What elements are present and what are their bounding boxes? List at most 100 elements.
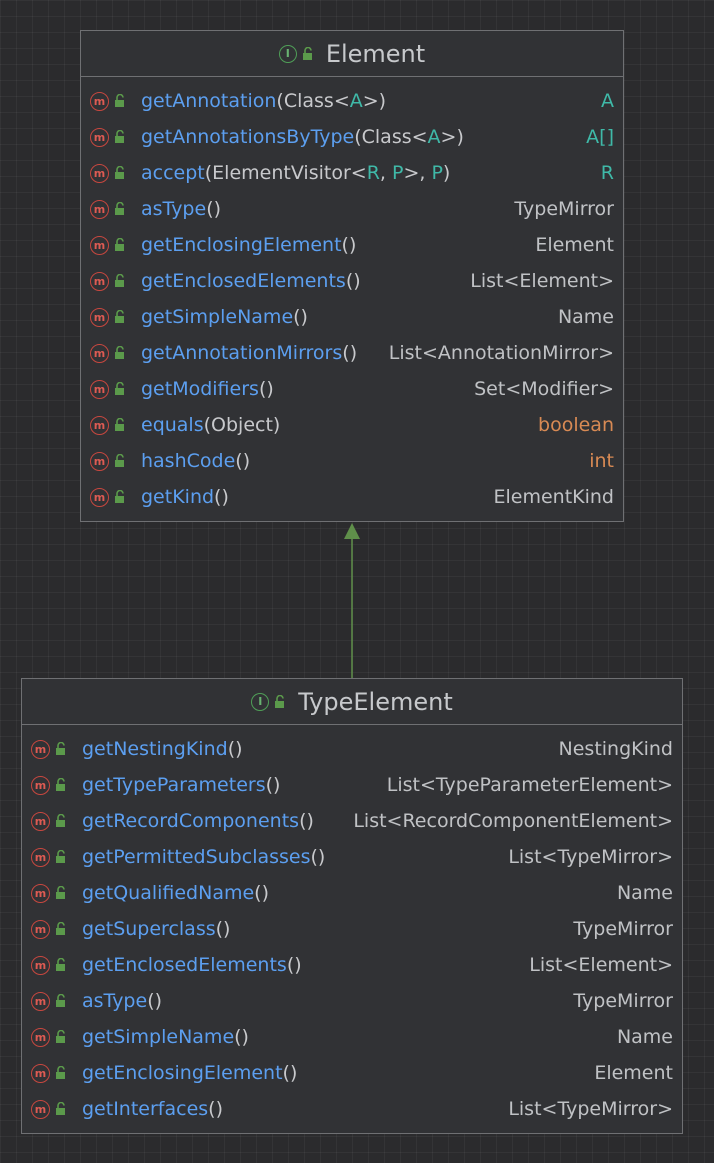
method-icon: m — [90, 343, 109, 363]
method-icon: m — [90, 199, 109, 219]
method-row[interactable]: m accept(ElementVisitor<R, P>, P) R — [81, 155, 623, 191]
method-name: asType — [141, 198, 207, 220]
method-row[interactable]: m hashCode() int — [81, 443, 623, 479]
method-icon: m — [31, 775, 50, 795]
method-signature: getSimpleName() — [141, 306, 548, 328]
return-type: Name — [616, 882, 673, 904]
method-icon: m — [31, 919, 50, 939]
return-type: List<TypeMirror> — [508, 1098, 673, 1120]
method-row[interactable]: m getSimpleName() Name — [81, 299, 623, 335]
method-params: () — [215, 918, 231, 940]
return-type: R — [600, 162, 614, 184]
method-params: () — [147, 990, 163, 1012]
method-name: getEnclosingElement — [141, 234, 342, 256]
return-type: Element — [535, 234, 614, 256]
method-params: () — [206, 198, 222, 220]
method-name: getSimpleName — [82, 1026, 235, 1048]
type-element-node-header: I TypeElement — [22, 679, 682, 725]
method-row[interactable]: m getAnnotationMirrors() List<AnnotationMi… — [81, 335, 623, 371]
public-lock-icon — [275, 694, 285, 708]
method-signature: getKind() — [141, 486, 483, 508]
method-params: P — [431, 162, 443, 184]
method-row[interactable]: m getTypeParameters() List<TypeParameterEl… — [22, 767, 682, 803]
type-element-node-title: TypeElement — [298, 687, 453, 716]
public-lock-icon — [56, 778, 65, 791]
method-row[interactable]: m asType() TypeMirror — [81, 191, 623, 227]
method-row[interactable]: m getSuperclass() TypeMirror — [22, 911, 682, 947]
method-params: () — [282, 1062, 298, 1084]
method-row[interactable]: m getNestingKind() NestingKind — [22, 731, 682, 767]
method-icon: m — [90, 379, 109, 399]
method-row[interactable]: m getEnclosedElements() List<Element> — [22, 947, 682, 983]
method-row[interactable]: m getKind() ElementKind — [81, 479, 623, 515]
method-row[interactable]: m getEnclosedElements() List<Element> — [81, 263, 623, 299]
public-lock-icon — [302, 46, 312, 60]
method-row[interactable]: m asType() TypeMirror — [22, 983, 682, 1019]
method-icon: m — [90, 91, 109, 111]
method-row[interactable]: m getSimpleName() Name — [22, 1019, 682, 1055]
method-row[interactable]: m getAnnotationsByType(Class<A>) A[] — [81, 119, 623, 155]
method-signature: getAnnotation(Class<A>) — [141, 90, 591, 112]
method-signature: getSimpleName() — [82, 1026, 607, 1048]
method-row[interactable]: m equals(Object) boolean — [81, 407, 623, 443]
public-lock-icon — [56, 958, 65, 971]
element-members-list: m getAnnotation(Class<A>) Am getAnnotations… — [81, 77, 623, 515]
method-params: () — [342, 342, 358, 364]
method-name: getSimpleName — [141, 306, 294, 328]
method-params: A — [349, 90, 363, 112]
method-icon: m — [90, 235, 109, 255]
inheritance-arrowhead — [344, 523, 360, 539]
public-lock-icon — [115, 238, 124, 251]
method-row[interactable]: m getQualifiedName() Name — [22, 875, 682, 911]
method-params: ElementVisitor< — [212, 162, 367, 184]
method-signature: hashCode() — [141, 450, 579, 472]
element-class-node[interactable]: I Element m getAnnotation(Class<A>) Am getA… — [80, 30, 624, 522]
method-name: getQualifiedName — [82, 882, 255, 904]
method-params: P — [391, 162, 404, 184]
type-element-members-list: m getNestingKind() NestingKind m getTypePara… — [22, 725, 682, 1127]
method-name: getTypeParameters — [82, 774, 266, 796]
public-lock-icon — [115, 346, 124, 359]
public-lock-icon — [56, 1102, 65, 1115]
method-signature: getTypeParameters() — [82, 774, 377, 796]
method-icon: m — [31, 1099, 50, 1119]
method-row[interactable]: m getInterfaces() List<TypeMirror> — [22, 1091, 682, 1127]
method-signature: getQualifiedName() — [82, 882, 607, 904]
method-params: ) — [442, 162, 451, 184]
return-type: NestingKind — [558, 738, 673, 760]
method-signature: getRecordComponents() — [82, 810, 343, 832]
method-row[interactable]: m getModifiers() Set<Modifier> — [81, 371, 623, 407]
element-node-header: I Element — [81, 31, 623, 77]
method-row[interactable]: m getAnnotation(Class<A>) A — [81, 83, 623, 119]
public-lock-icon — [115, 202, 124, 215]
method-params: ( — [276, 90, 284, 112]
method-icon: m — [90, 415, 109, 435]
method-params: () — [254, 882, 269, 904]
return-type: Name — [616, 1026, 673, 1048]
return-type: Set<Modifier> — [474, 378, 614, 400]
method-params: >) — [362, 90, 387, 112]
method-params: () — [286, 954, 302, 976]
return-type: int — [589, 450, 614, 472]
method-params: Class< — [361, 126, 428, 148]
method-icon: m — [90, 163, 109, 183]
interface-icon: I — [278, 44, 297, 63]
return-type: Element — [594, 1062, 673, 1084]
public-lock-icon — [115, 490, 124, 503]
return-type: boolean — [538, 414, 614, 436]
method-icon: m — [90, 127, 109, 147]
method-signature: getEnclosedElements() — [141, 270, 460, 292]
method-params: () — [341, 234, 357, 256]
method-name: getPermittedSubclasses — [82, 846, 311, 868]
method-row[interactable]: m getEnclosingElement() Element — [81, 227, 623, 263]
type-element-class-node[interactable]: I TypeElement m getNestingKind() NestingKi… — [21, 678, 683, 1134]
method-row[interactable]: m getEnclosingElement() Element — [22, 1055, 682, 1091]
method-row[interactable]: m getPermittedSubclasses() List<TypeMirror… — [22, 839, 682, 875]
method-row[interactable]: m getRecordComponents() List<RecordCompone… — [22, 803, 682, 839]
method-name: getEnclosingElement — [82, 1062, 283, 1084]
return-type: A — [601, 90, 614, 112]
method-icon: m — [90, 307, 109, 327]
return-type: List<RecordComponentElement> — [353, 810, 673, 832]
method-params: () — [293, 306, 308, 328]
method-name: getEnclosedElements — [82, 954, 287, 976]
